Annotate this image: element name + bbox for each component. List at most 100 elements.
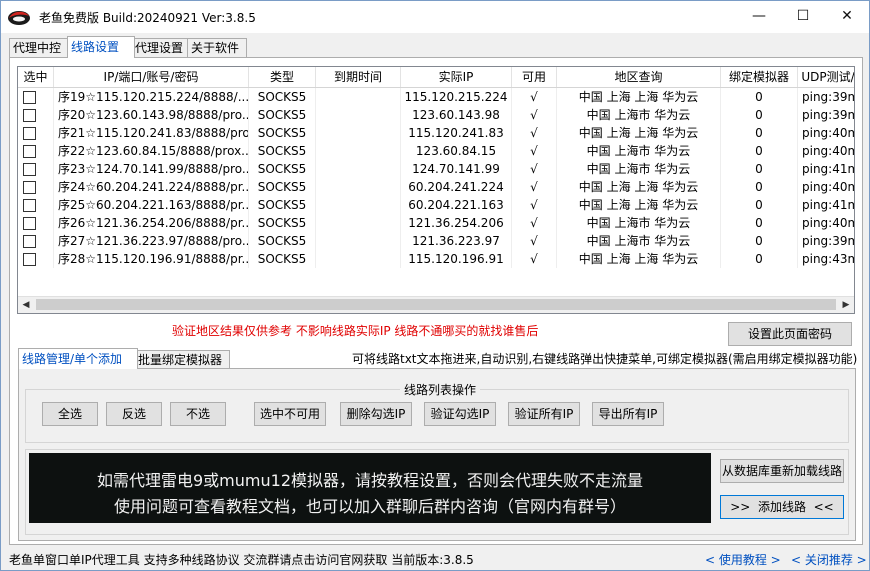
cell-ip: 序26☆121.36.254.206/8888/pr... [54,214,249,232]
tab-proxy-control[interactable]: 代理中控 [9,38,69,57]
cell-ip: 序23☆124.70.141.99/8888/pro... [54,160,249,178]
table-row[interactable]: 序27☆121.36.223.97/8888/pro... SOCKS5 121.3… [18,232,854,250]
invert-selection-button[interactable]: 反选 [106,402,162,426]
col-bind-emulator[interactable]: 绑定模拟器 [721,67,798,87]
scroll-left-icon[interactable]: ◀ [18,297,34,313]
cell-available: √ [512,232,557,250]
cell-select [18,214,54,232]
subtab-line-management[interactable]: 线路管理/单个添加 [18,348,138,369]
window-title: 老鱼免费版 Build:20240921 Ver:3.8.5 [39,11,256,25]
delete-checked-button[interactable]: 删除勾选IP [340,402,412,426]
tab-proxy-settings[interactable]: 代理设置 [131,38,191,57]
cell-available: √ [512,106,557,124]
tutorial-banner[interactable]: 如需代理雷电9或mumu12模拟器，请按教程设置，否则会代理失败不走流量 使用问… [29,453,711,523]
minimize-button[interactable]: — [737,1,781,31]
horizontal-scrollbar[interactable]: ◀ ▶ [18,296,854,313]
cell-available: √ [512,88,557,106]
row-checkbox[interactable] [23,163,36,176]
cell-expire [316,214,401,232]
table-row[interactable]: 序21☆115.120.241.83/8888/pro... SOCKS5 115.… [18,124,854,142]
col-real-ip[interactable]: 实际IP [401,67,512,87]
col-region[interactable]: 地区查询 [557,67,721,87]
cell-real-ip: 121.36.223.97 [401,232,512,250]
cell-type: SOCKS5 [249,214,316,232]
tab-line-settings[interactable]: 线路设置 [67,36,135,58]
tab-about[interactable]: 关于软件 [187,38,247,57]
row-checkbox[interactable] [23,109,36,122]
table-header: 选中 IP/端口/账号/密码 类型 到期时间 实际IP 可用 地区查询 绑定模拟… [18,67,854,88]
cell-select [18,106,54,124]
close-button[interactable]: ✕ [825,1,869,31]
cell-region: 中国 上海 上海 华为云 [557,124,721,142]
cell-real-ip: 115.120.241.83 [401,124,512,142]
table-row[interactable]: 序22☆123.60.84.15/8888/prox... SOCKS5 123.6… [18,142,854,160]
scroll-thumb[interactable] [36,299,836,310]
banner-line-2: 使用问题可查看教程文档，也可以加入群聊后群内咨询（官网内有群号） [113,497,626,516]
cell-select [18,142,54,160]
col-udp[interactable]: UDP测试/ [798,67,854,87]
cell-udp: ping:40m [798,124,854,142]
cell-expire [316,232,401,250]
line-settings-panel: 选中 IP/端口/账号/密码 类型 到期时间 实际IP 可用 地区查询 绑定模拟… [9,57,863,545]
cell-bind-emulator: 0 [721,214,798,232]
table-row[interactable]: 序19☆115.120.215.224/8888/... SOCKS5 115.12… [18,88,854,106]
cell-bind-emulator: 0 [721,196,798,214]
proxy-line-table: 选中 IP/端口/账号/密码 类型 到期时间 实际IP 可用 地区查询 绑定模拟… [17,66,855,314]
row-checkbox[interactable] [23,235,36,248]
cell-bind-emulator: 0 [721,250,798,268]
add-line-area: 如需代理雷电9或mumu12模拟器，请按教程设置，否则会代理失败不走流量 使用问… [25,449,849,535]
cell-expire [316,196,401,214]
row-checkbox[interactable] [23,127,36,140]
list-ops-title: 线路列表操作 [400,381,481,398]
table-row[interactable]: 序23☆124.70.141.99/8888/pro... SOCKS5 124.7… [18,160,854,178]
cell-udp: ping:39m [798,106,854,124]
cell-type: SOCKS5 [249,106,316,124]
row-checkbox[interactable] [23,181,36,194]
cell-real-ip: 115.120.196.91 [401,250,512,268]
add-line-button[interactable]: >> 添加线路 << [720,495,844,519]
cell-select [18,250,54,268]
cell-real-ip: 60.204.241.224 [401,178,512,196]
verify-all-button[interactable]: 验证所有IP [508,402,580,426]
cell-real-ip: 121.36.254.206 [401,214,512,232]
cell-ip: 序20☆123.60.143.98/8888/pro... [54,106,249,124]
col-select[interactable]: 选中 [18,67,54,87]
set-page-password-button[interactable]: 设置此页面密码 [728,322,852,346]
region-notice: 验证地区结果仅供参考 不影响线路实际IP 线路不通哪买的就找谁售后 [172,324,539,338]
close-recommend-link[interactable]: < 关闭推荐 > [791,551,867,568]
status-text: 老鱼单窗口单IP代理工具 支持多种线路协议 交流群请点击访问官网获取 当前版本:… [9,553,474,567]
table-row[interactable]: 序24☆60.204.241.224/8888/pr... SOCKS5 60.20… [18,178,854,196]
select-unavailable-button[interactable]: 选中不可用 [254,402,326,426]
cell-available: √ [512,142,557,160]
col-available[interactable]: 可用 [512,67,557,87]
cell-bind-emulator: 0 [721,106,798,124]
row-checkbox[interactable] [23,91,36,104]
row-checkbox[interactable] [23,217,36,230]
scroll-right-icon[interactable]: ▶ [838,297,854,313]
cell-type: SOCKS5 [249,250,316,268]
col-type[interactable]: 类型 [249,67,316,87]
table-row[interactable]: 序20☆123.60.143.98/8888/pro... SOCKS5 123.6… [18,106,854,124]
export-all-button[interactable]: 导出所有IP [592,402,664,426]
subtab-batch-bind[interactable]: 批量绑定模拟器 [134,350,230,369]
cell-expire [316,250,401,268]
table-row[interactable]: 序25☆60.204.221.163/8888/pr... SOCKS5 60.20… [18,196,854,214]
table-row[interactable]: 序26☆121.36.254.206/8888/pr... SOCKS5 121.3… [18,214,854,232]
tutorial-link[interactable]: < 使用教程 > [705,551,781,568]
select-all-button[interactable]: 全选 [42,402,98,426]
row-checkbox[interactable] [23,199,36,212]
reload-from-db-button[interactable]: 从数据库重新加载线路 [720,459,844,483]
maximize-button[interactable]: ☐ [781,1,825,31]
col-ip[interactable]: IP/端口/账号/密码 [54,67,249,87]
cell-real-ip: 60.204.221.163 [401,196,512,214]
col-expire[interactable]: 到期时间 [316,67,401,87]
table-row[interactable]: 序28☆115.120.196.91/8888/pr... SOCKS5 115.1… [18,250,854,268]
cell-region: 中国 上海市 华为云 [557,106,721,124]
row-checkbox[interactable] [23,145,36,158]
verify-checked-button[interactable]: 验证勾选IP [424,402,496,426]
select-none-button[interactable]: 不选 [170,402,226,426]
cell-expire [316,160,401,178]
cell-region: 中国 上海 上海 华为云 [557,250,721,268]
cell-available: √ [512,178,557,196]
row-checkbox[interactable] [23,253,36,266]
